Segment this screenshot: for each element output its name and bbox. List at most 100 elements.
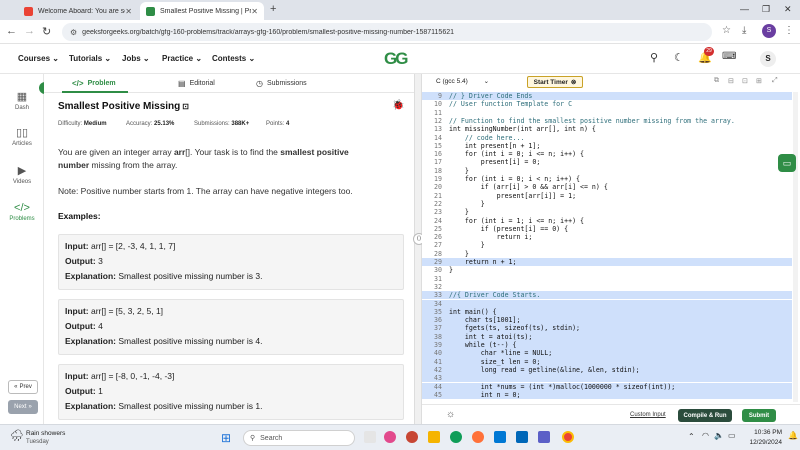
clock-time[interactable]: 10:36 PM xyxy=(746,429,782,436)
task-view-icon[interactable] xyxy=(364,431,376,443)
opera-icon[interactable] xyxy=(406,431,418,443)
compile-run-button[interactable]: Compile & Run xyxy=(678,409,732,422)
gfg-logo[interactable]: GG xyxy=(384,49,408,69)
code-line[interactable]: 32 xyxy=(422,283,792,291)
battery-icon[interactable]: ▭ xyxy=(728,431,736,440)
clock-date[interactable]: 12/29/2024 xyxy=(740,439,782,446)
chrome-icon[interactable] xyxy=(562,431,574,443)
code-line[interactable]: 14 // code here... xyxy=(422,134,792,142)
nav-courses[interactable]: Courses ⌄ xyxy=(18,54,59,63)
edge-icon[interactable] xyxy=(450,431,462,443)
code-line[interactable]: 30} xyxy=(422,266,792,274)
taskbar-search[interactable]: ⚲ Search xyxy=(243,430,355,446)
dark-mode-icon[interactable]: ☾ xyxy=(674,51,684,64)
tab-welcome[interactable]: Welcome Aboard: You are sele ✕ xyxy=(18,2,138,20)
code-line[interactable]: 36 char ts[1001]; xyxy=(422,316,792,325)
code-line[interactable]: 28 } xyxy=(422,250,792,258)
code-line[interactable]: 16 for (int i = 0; i <= n; i++) { xyxy=(422,150,792,158)
code-line[interactable]: 37 fgets(ts, sizeof(ts), stdin); xyxy=(422,324,792,333)
code-line[interactable]: 9 // } Driver Code Ends xyxy=(422,92,792,101)
fullscreen-icon[interactable]: ⤢ xyxy=(772,77,778,85)
code-line[interactable]: 11 xyxy=(422,109,792,117)
weather-icon[interactable]: 🌧 xyxy=(10,429,24,442)
bookmark-star-icon[interactable]: ☆ xyxy=(722,25,731,36)
tab-problem[interactable]: </> Problem xyxy=(72,79,116,88)
rail-item-articles[interactable]: ▯▯ Articles xyxy=(0,126,44,147)
reload-icon[interactable]: ↻ xyxy=(42,25,51,38)
code-line[interactable]: 39 while (t--) { xyxy=(422,341,792,350)
layout-icon[interactable]: ⊞ xyxy=(756,77,762,85)
code-line[interactable]: 12 // Function to find the smallest posit… xyxy=(422,117,792,125)
bug-report-icon[interactable]: 🐞 xyxy=(392,100,404,111)
rail-item-dash[interactable]: ▦ Dash xyxy=(0,90,44,111)
code-line[interactable]: 18 } xyxy=(422,167,792,175)
tab-smallest-positive[interactable]: Smallest Positive Missing | Prac ✕ xyxy=(140,2,264,20)
wifi-icon[interactable]: ◠ xyxy=(702,431,709,440)
copilot-icon[interactable] xyxy=(384,431,396,443)
maximize-icon[interactable]: ❐ xyxy=(762,4,770,15)
language-select[interactable]: C (gcc 5.4) ⌄ xyxy=(436,77,489,85)
mail-icon[interactable] xyxy=(494,431,506,443)
bookmark-icon[interactable]: ⊡ xyxy=(182,102,189,111)
theme-toggle-icon[interactable]: ☼ xyxy=(446,409,455,420)
nav-practice[interactable]: Practice ⌄ xyxy=(162,54,202,63)
volume-icon[interactable]: 🔈 xyxy=(714,431,724,440)
nav-jobs[interactable]: Jobs ⌄ xyxy=(122,54,150,63)
close-window-icon[interactable]: ✕ xyxy=(784,4,792,15)
chat-icon[interactable]: ▭ xyxy=(778,154,796,172)
rail-item-problems[interactable]: </> Problems xyxy=(0,202,44,222)
rail-item-videos[interactable]: ▶ Videos xyxy=(0,164,44,185)
start-timer-button[interactable]: Start Timer ⊗ xyxy=(527,76,583,88)
code-line[interactable]: 10 // User function Template for C xyxy=(422,100,792,108)
code-line[interactable]: 15 int present[n + 1]; xyxy=(422,142,792,150)
downloads-icon[interactable]: ⤓ xyxy=(742,25,746,36)
code-line[interactable]: 22 } xyxy=(422,200,792,208)
nav-tutorials[interactable]: Tutorials ⌄ xyxy=(69,54,111,63)
nav-contests[interactable]: Contests ⌄ xyxy=(212,54,255,63)
search-icon[interactable]: ⚲ xyxy=(650,51,658,64)
code-line[interactable]: 27 } xyxy=(422,241,792,249)
code-line[interactable]: 13 int missingNumber(int arr[], int n) { xyxy=(422,125,792,133)
submit-button[interactable]: Submit xyxy=(742,409,776,422)
code-line[interactable]: 21 present[arr[i]] = 1; xyxy=(422,192,792,200)
chevron-up-icon[interactable]: ⌃ xyxy=(688,432,695,441)
reset-icon[interactable]: ⊟ xyxy=(728,77,734,85)
code-line[interactable]: 26 return i; xyxy=(422,233,792,241)
code-line[interactable]: 29 return n + 1; xyxy=(422,258,792,267)
tab-submissions[interactable]: ◷ Submissions xyxy=(256,79,307,88)
code-line[interactable]: 44 int *nums = (int *)malloc(1000000 * s… xyxy=(422,382,792,391)
code-line[interactable]: 33 //{ Driver Code Starts. xyxy=(422,291,792,300)
code-line[interactable]: 43 xyxy=(422,374,792,383)
windows-start-icon[interactable]: ⊞ xyxy=(221,431,231,445)
code-line[interactable]: 24 for (int i = 1; i <= n; i++) { xyxy=(422,217,792,225)
code-line[interactable]: 38 int t = atoi(ts); xyxy=(422,332,792,341)
code-line[interactable]: 31 xyxy=(422,275,792,283)
firefox-icon[interactable] xyxy=(472,431,484,443)
code-line[interactable]: 45 int n = 0; xyxy=(422,390,792,400)
code-line[interactable]: 17 present[i] = 0; xyxy=(422,158,792,166)
new-tab-button[interactable]: + xyxy=(270,3,276,15)
minimize-icon[interactable]: — xyxy=(740,4,749,14)
custom-input-link[interactable]: Custom Input xyxy=(630,412,666,418)
settings-icon[interactable]: ⊡ xyxy=(742,77,748,85)
forward-icon[interactable]: → xyxy=(24,25,35,37)
code-line[interactable]: 20 if (arr[i] > 0 && arr[i] <= n) { xyxy=(422,183,792,191)
copy-icon[interactable]: ⧉ xyxy=(714,77,719,85)
code-line[interactable]: 35 int main() { xyxy=(422,307,792,317)
panel-splitter[interactable] xyxy=(414,74,422,424)
code-line[interactable]: 41 size_t len = 0; xyxy=(422,357,792,366)
notifications-icon[interactable]: 🔔 xyxy=(788,431,798,440)
store-icon[interactable] xyxy=(516,431,528,443)
site-info-icon[interactable]: ⚙ xyxy=(70,28,77,37)
teams-icon[interactable] xyxy=(538,431,550,443)
close-icon[interactable]: ✕ xyxy=(125,7,132,16)
user-avatar[interactable]: S xyxy=(760,51,776,67)
editor-scrollbar[interactable] xyxy=(793,92,798,402)
close-icon[interactable]: ✕ xyxy=(251,7,258,16)
url-field[interactable]: ⚙ geeksforgeeks.org/batch/gfg-160-proble… xyxy=(62,23,712,41)
code-line[interactable]: 23 } xyxy=(422,208,792,216)
code-line[interactable]: 34 xyxy=(422,299,792,308)
next-button[interactable]: Next » xyxy=(8,400,38,414)
file-explorer-icon[interactable] xyxy=(428,431,440,443)
back-icon[interactable]: ← xyxy=(6,25,17,37)
